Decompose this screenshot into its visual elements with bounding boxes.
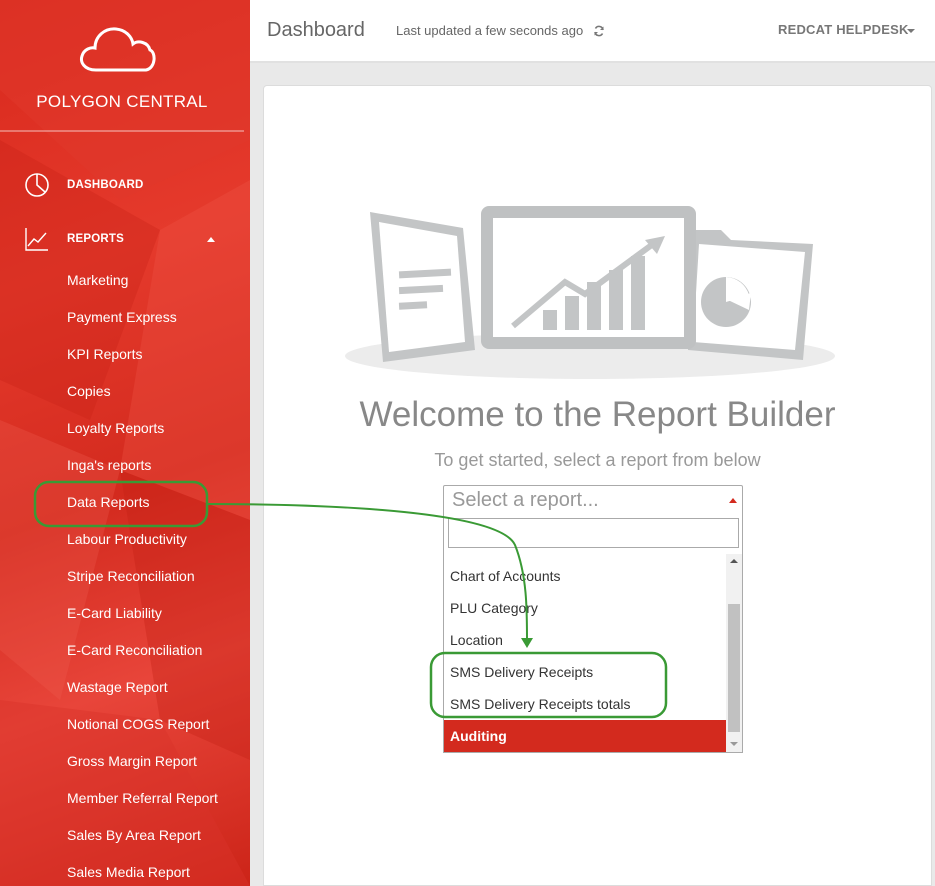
brand[interactable]: POLYGON CENTRAL [0,0,244,132]
sidebar-item-ecard-liability[interactable]: E-Card Liability [67,605,162,621]
nav-reports[interactable]: REPORTS [0,226,244,254]
caret-up-icon[interactable] [729,498,737,503]
top-bar: Dashboard Last updated a few seconds ago… [250,0,935,63]
nav-dashboard-label: DASHBOARD [67,179,144,191]
report-option[interactable]: PLU Category [444,592,726,624]
scrollbar-thumb[interactable] [728,604,740,732]
report-option[interactable]: SMS Delivery Receipts totals [444,688,726,720]
last-updated-text: Last updated a few seconds ago [396,23,584,38]
report-select-placeholder: Select a report... [452,489,599,511]
page-title: Dashboard [267,19,365,41]
welcome-subtitle: To get started, select a report from bel… [434,450,761,470]
sidebar-item-ingas-reports[interactable]: Inga's reports [67,457,151,473]
caret-up-icon[interactable] [207,237,215,242]
line-chart-icon [25,228,48,251]
report-dropdown: Chart of Accounts PLU Category Location … [443,514,743,753]
nav-dashboard[interactable]: DASHBOARD [0,172,244,200]
sidebar-item-labour-productivity[interactable]: Labour Productivity [67,531,187,547]
sidebar-item-gross-margin-report[interactable]: Gross Margin Report [67,753,197,769]
sidebar-item-sales-media-report[interactable]: Sales Media Report [67,864,190,880]
report-option[interactable]: SMS Delivery Receipts [444,656,726,688]
dropdown-scrollbar[interactable] [726,554,742,752]
report-builder-illustration [345,206,835,379]
scroll-up-icon[interactable] [730,559,738,563]
sidebar: POLYGON CENTRAL DASHBOARD REPORTS Market… [0,0,250,886]
report-option[interactable]: Location [444,624,726,656]
refresh-icon[interactable] [593,25,605,37]
sidebar-item-ecard-reconciliation[interactable]: E-Card Reconciliation [67,642,202,658]
user-menu[interactable]: REDCAT HELPDESK [778,22,909,37]
chevron-down-icon[interactable] [907,29,915,33]
cloud-logo-icon [80,27,156,72]
welcome-heading: Welcome to the Report Builder [359,395,836,434]
sidebar-item-data-reports[interactable]: Data Reports [67,494,149,510]
report-option[interactable]: Chart of Accounts [444,560,726,592]
pie-chart-icon [25,173,49,197]
sidebar-item-stripe-reconciliation[interactable]: Stripe Reconciliation [67,568,195,584]
sidebar-item-wastage-report[interactable]: Wastage Report [67,679,168,695]
report-option-active[interactable]: Auditing [444,720,726,752]
nav-reports-label: REPORTS [67,233,124,245]
brand-title: POLYGON CENTRAL [36,92,208,111]
sidebar-item-loyalty-reports[interactable]: Loyalty Reports [67,420,164,436]
sidebar-item-member-referral-report[interactable]: Member Referral Report [67,790,218,806]
report-search-input[interactable] [448,518,739,548]
report-select[interactable]: Select a report... [443,485,743,515]
sidebar-item-sales-by-area-report[interactable]: Sales By Area Report [67,827,201,843]
sidebar-item-payment-express[interactable]: Payment Express [67,309,177,325]
sidebar-item-notional-cogs-report[interactable]: Notional COGS Report [67,716,209,732]
sidebar-item-kpi-reports[interactable]: KPI Reports [67,346,142,362]
scroll-down-icon[interactable] [730,742,738,746]
sidebar-item-copies[interactable]: Copies [67,383,111,399]
sidebar-item-marketing[interactable]: Marketing [67,272,128,288]
